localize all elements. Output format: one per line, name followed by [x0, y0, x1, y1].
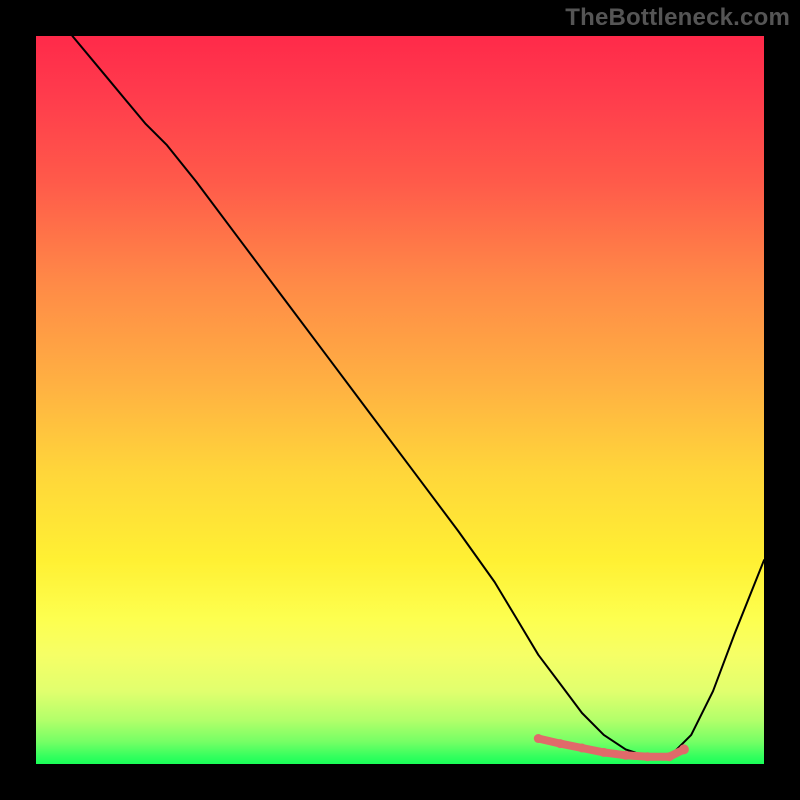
optimal-marker — [679, 744, 689, 754]
bottleneck-curve — [72, 36, 764, 757]
optimal-marker — [621, 751, 630, 760]
optimal-marker — [599, 748, 608, 757]
marker-group — [534, 734, 689, 761]
optimal-marker — [665, 752, 674, 761]
optimal-marker — [556, 739, 565, 748]
optimal-marker — [534, 734, 543, 743]
plot-area — [36, 36, 764, 764]
optimal-marker — [643, 752, 652, 761]
chart-frame: TheBottleneck.com — [0, 0, 800, 800]
watermark-text: TheBottleneck.com — [565, 4, 790, 32]
curve-svg — [36, 36, 764, 764]
optimal-marker — [578, 744, 587, 753]
